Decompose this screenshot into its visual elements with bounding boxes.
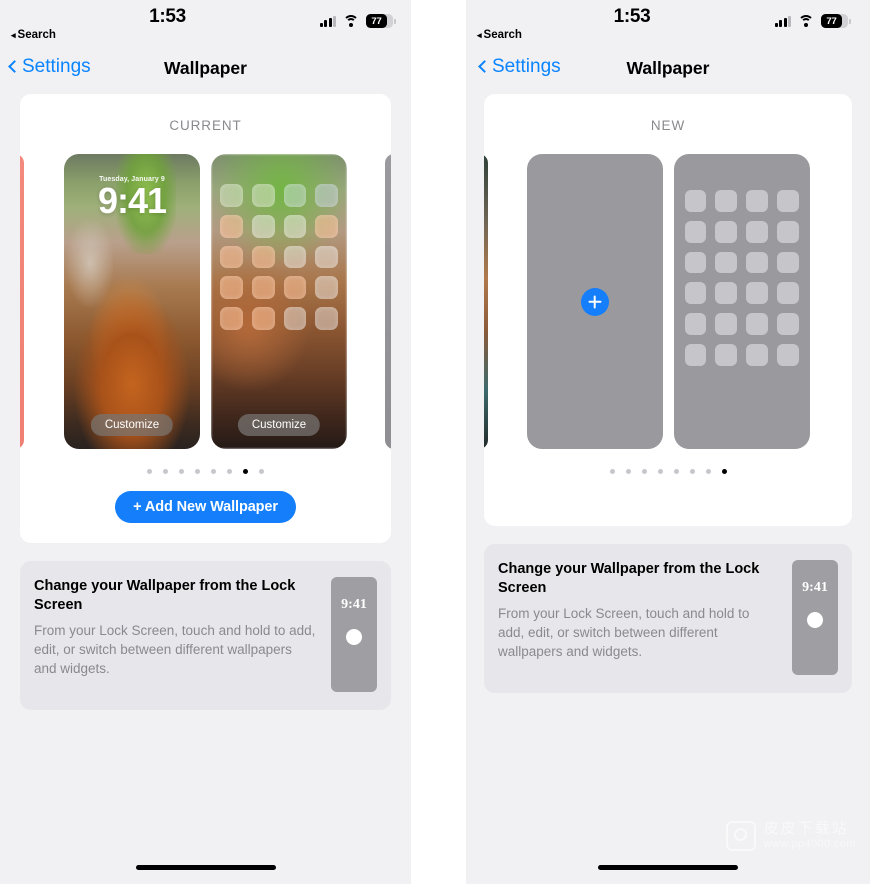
panel-divider [411, 0, 466, 884]
cellular-signal-icon [319, 15, 336, 27]
carousel-previews [484, 154, 852, 449]
add-new-wallpaper-button[interactable]: + Add New Wallpaper [115, 491, 296, 523]
watermark-text: 皮皮下载站 www.pp4000.com [764, 820, 856, 853]
pager-dot[interactable] [147, 469, 152, 474]
info-thumb-touch-dot [346, 629, 362, 645]
plus-icon[interactable] [580, 287, 609, 316]
page-title-left: Wallpaper [164, 58, 247, 78]
phone-screen-new: ◂ Search 1:53 77 Settings Wallpaper NEW [466, 0, 870, 884]
pager-dot[interactable] [657, 469, 663, 474]
back-triangle-icon: ◂ [477, 29, 482, 40]
info-card-right: Change your Wallpaper from the Lock Scre… [484, 544, 852, 693]
status-clock-left: 1:53 [149, 6, 186, 27]
pager-dot[interactable] [705, 469, 711, 474]
battery-percent-label: 77 [821, 14, 842, 28]
pager-dot[interactable] [259, 469, 264, 474]
pager-dot-active[interactable] [721, 469, 727, 474]
home-screen-preview[interactable]: Customize [211, 154, 347, 449]
pager-dot[interactable] [195, 469, 200, 474]
battery-tip [848, 18, 851, 24]
status-back-label: Search [17, 29, 56, 41]
add-wallpaper-row: + Add New Wallpaper [20, 474, 391, 543]
status-indicators-left: 77 [319, 14, 396, 28]
pager-dot[interactable] [163, 469, 168, 474]
info-text-left: Change your Wallpaper from the Lock Scre… [34, 577, 317, 692]
new-wallpaper-carousel[interactable] [484, 154, 852, 449]
current-wallpaper-carousel[interactable]: Tuesday, January 9 9:41 Customize Custom… [20, 154, 391, 449]
status-indicators-right: 77 [774, 14, 851, 28]
pager-dot[interactable] [211, 469, 216, 474]
info-body: From your Lock Screen, touch and hold to… [34, 622, 316, 676]
pager-dot[interactable] [179, 469, 184, 474]
wifi-icon [798, 15, 814, 27]
status-back-to-search-right[interactable]: ◂ Search [477, 29, 522, 41]
lock-screen-preview[interactable]: Tuesday, January 9 9:41 Customize [64, 154, 200, 449]
new-wallpaper-card: NEW [484, 94, 852, 526]
pager-dot[interactable] [625, 469, 631, 474]
current-section-label: CURRENT [169, 118, 242, 133]
info-lockscreen-thumb: 9:41 [331, 577, 377, 692]
placeholder-icon-grid [684, 190, 799, 366]
screenshot-root: ◂ Search 1:53 77 Settings Wallpaper CURR… [0, 0, 870, 884]
info-thumb-time: 9:41 [802, 580, 828, 595]
nav-bar-left: Settings Wallpaper [0, 48, 411, 94]
pager-dot[interactable] [609, 469, 615, 474]
new-lock-placeholder[interactable] [526, 154, 663, 449]
status-bar-left: ◂ Search 1:53 77 [0, 0, 411, 48]
battery-tip [393, 18, 396, 24]
pager-dot[interactable] [227, 469, 232, 474]
info-thumb-touch-dot [807, 612, 823, 628]
customize-lock-button[interactable]: Customize [90, 414, 174, 436]
info-text-right: Change your Wallpaper from the Lock Scre… [498, 560, 778, 675]
site-watermark: 皮皮下载站 www.pp4000.com [725, 820, 856, 853]
new-home-placeholder[interactable] [673, 154, 810, 449]
wifi-icon [343, 15, 359, 27]
info-lockscreen-thumb: 9:41 [792, 560, 838, 675]
carousel-previews: Tuesday, January 9 9:41 Customize Custom… [20, 154, 391, 449]
lock-time-label: 9:41 [97, 180, 167, 221]
status-back-to-search-left[interactable]: ◂ Search [11, 29, 56, 41]
pager-dot[interactable] [673, 469, 679, 474]
status-bar-right: ◂ Search 1:53 77 [466, 0, 870, 48]
info-card-left: Change your Wallpaper from the Lock Scre… [20, 561, 391, 710]
battery-icon: 77 [366, 14, 396, 28]
info-title: Change your Wallpaper from the Lock Scre… [34, 578, 296, 613]
status-back-label: Search [483, 29, 522, 41]
cellular-signal-icon [774, 15, 791, 27]
home-icon-grid [220, 184, 338, 330]
phone-screen-current: ◂ Search 1:53 77 Settings Wallpaper CURR… [0, 0, 411, 884]
home-indicator-left [135, 865, 276, 870]
info-title: Change your Wallpaper from the Lock Scre… [498, 561, 760, 596]
battery-percent-label: 77 [366, 14, 387, 28]
watermark-site-url: www.pp4000.com [763, 838, 856, 851]
watermark-logo-icon [725, 820, 756, 851]
nav-bar-right: Settings Wallpaper [466, 48, 870, 94]
info-body: From your Lock Screen, touch and hold to… [498, 605, 750, 659]
pager-dot[interactable] [689, 469, 695, 474]
back-triangle-icon: ◂ [11, 29, 16, 40]
page-title-right: Wallpaper [626, 58, 710, 78]
watermark-site-name: 皮皮下载站 [763, 819, 849, 837]
current-wallpaper-card: CURRENT Tuesday, January 9 9:41 Customiz… [20, 94, 391, 543]
home-indicator-right [598, 865, 738, 870]
info-thumb-time: 9:41 [341, 597, 367, 612]
battery-icon: 77 [821, 14, 851, 28]
pager-dot-active[interactable] [243, 469, 248, 474]
customize-home-button[interactable]: Customize [237, 414, 321, 436]
pager-dot[interactable] [641, 469, 647, 474]
new-section-label: NEW [650, 118, 686, 133]
